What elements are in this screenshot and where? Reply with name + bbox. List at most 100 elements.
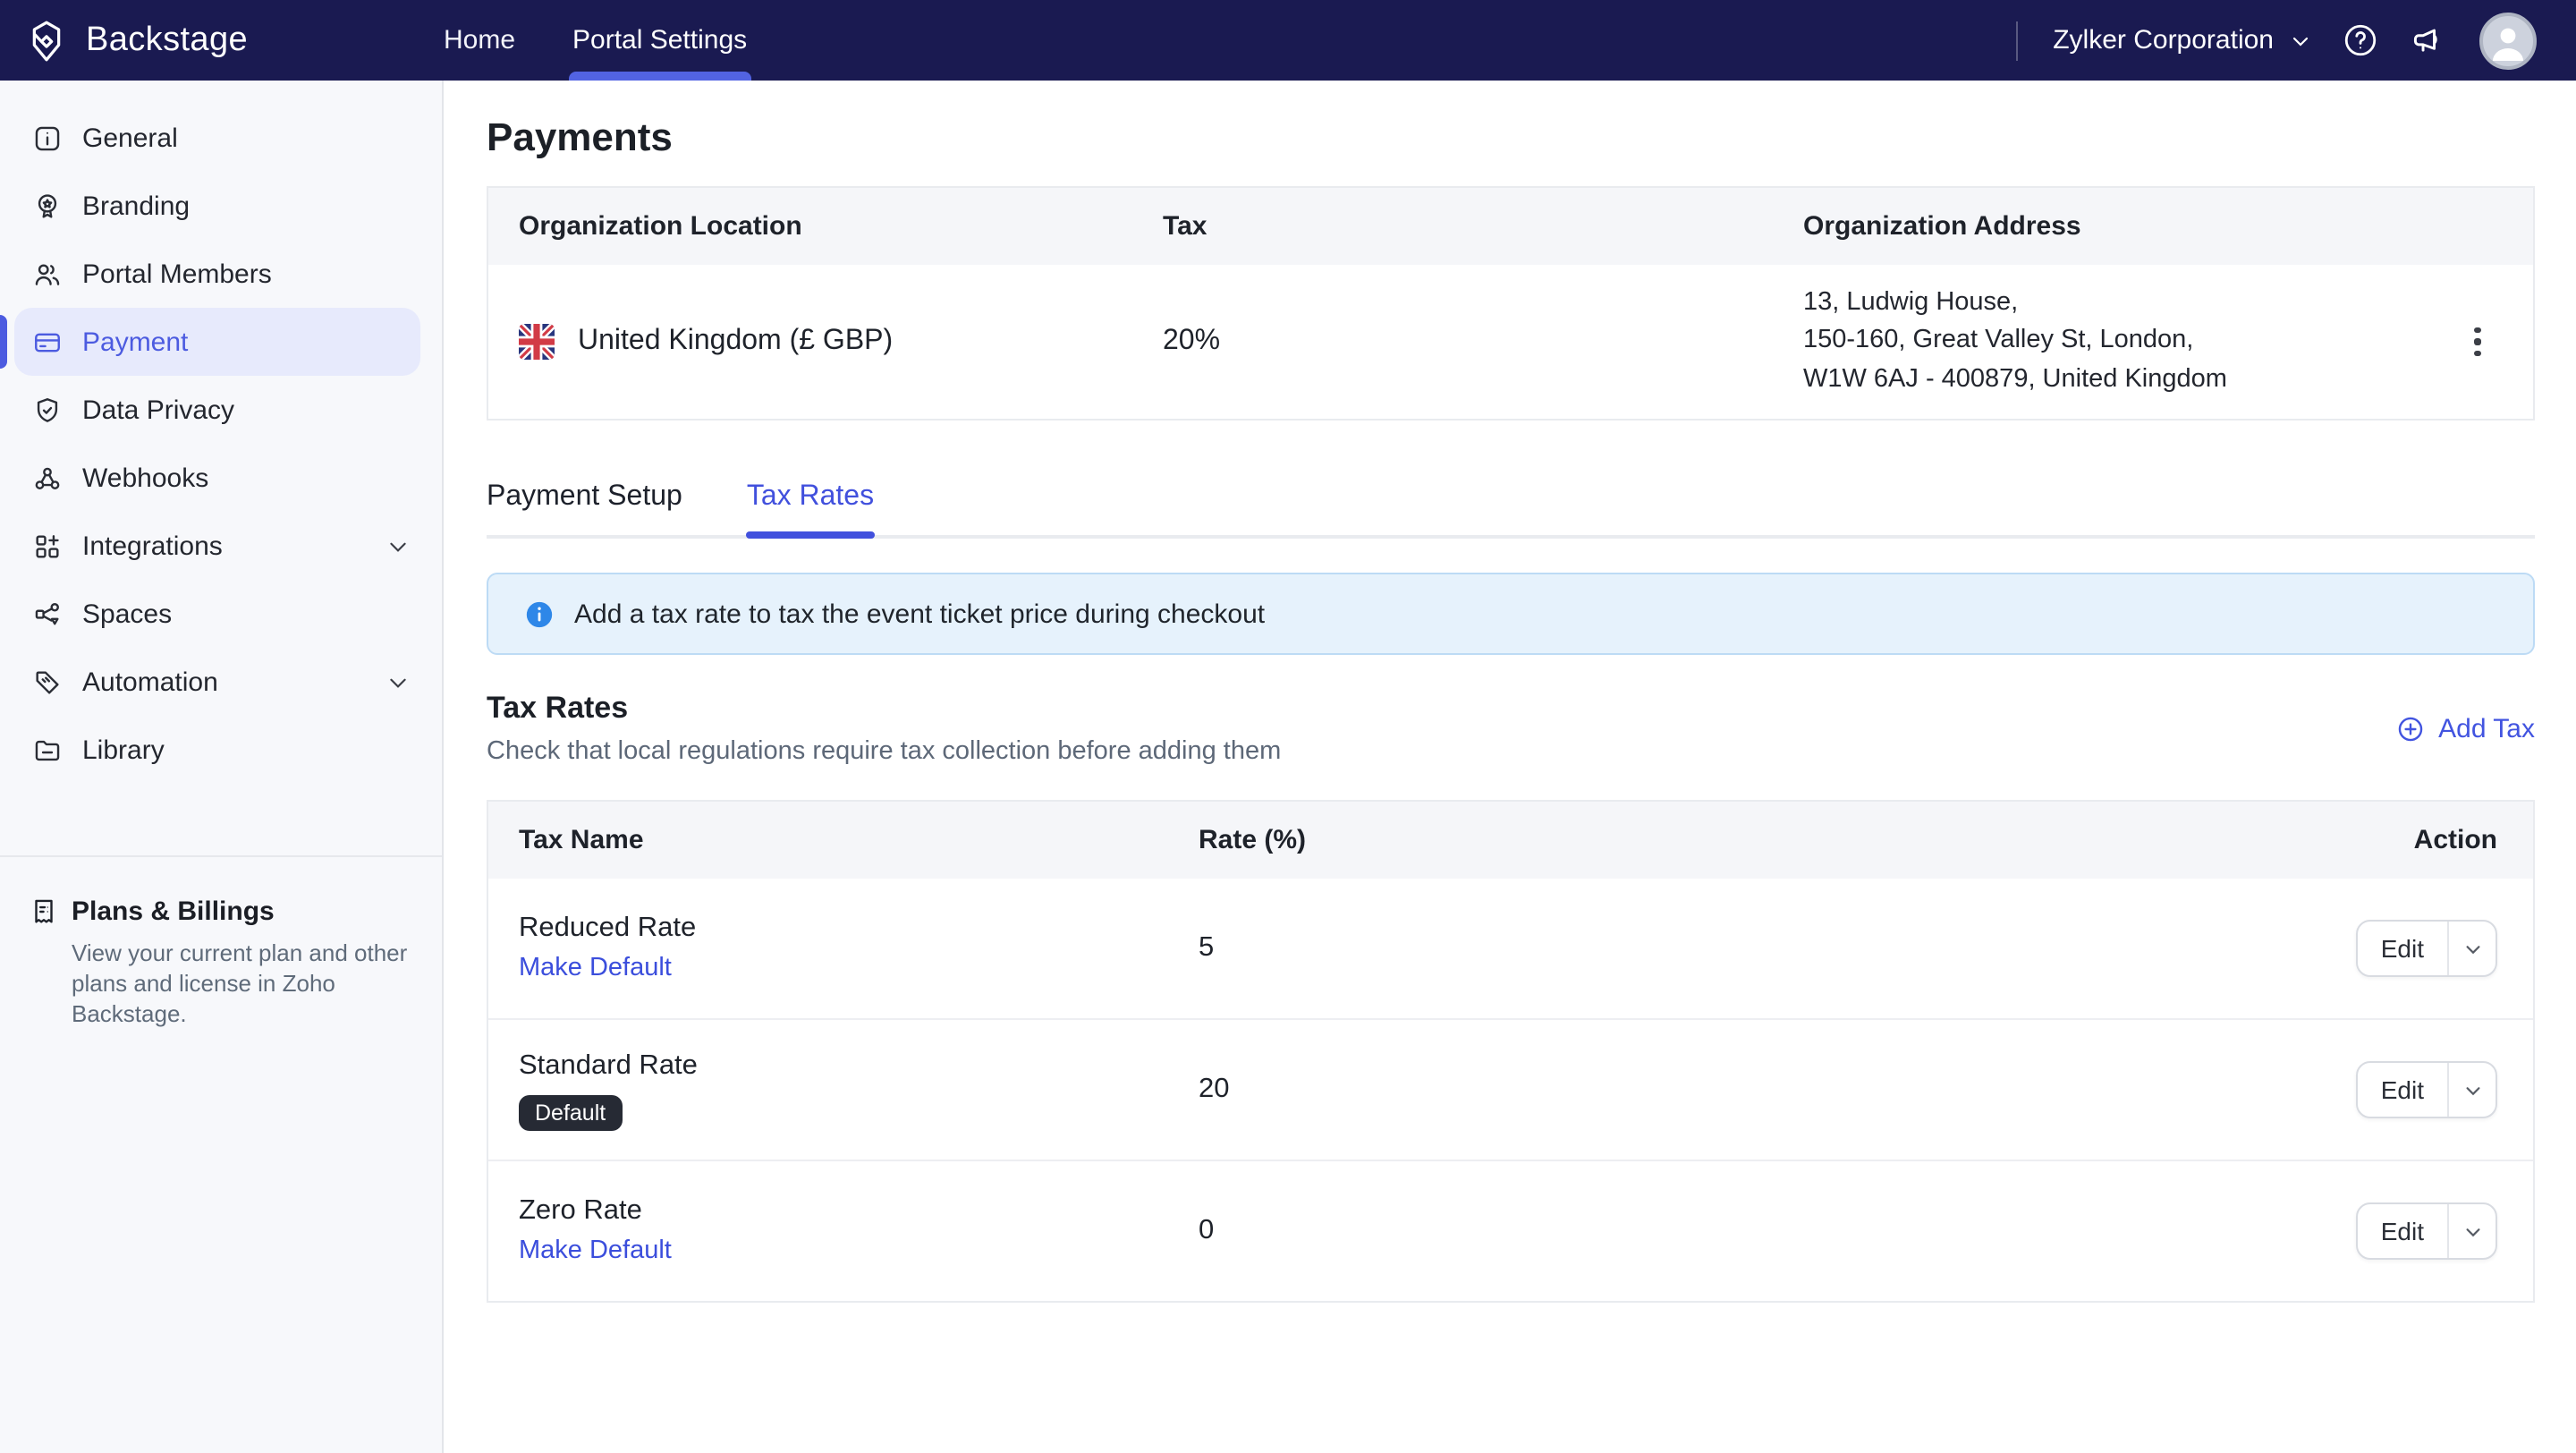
sidebar-item-label: Library xyxy=(82,735,420,765)
top-nav: Home Portal Settings xyxy=(444,0,747,81)
tax-table-header: Tax Name Rate (%) Action xyxy=(488,802,2533,879)
settings-sidebar: General Branding Portal Members xyxy=(0,81,444,1453)
column-header-tax: Tax xyxy=(1163,211,1803,242)
credit-card-icon xyxy=(32,327,63,357)
plans-billings-description: View your current plan and other plans a… xyxy=(72,938,433,1029)
info-banner: Add a tax rate to tax the event ticket p… xyxy=(487,573,2535,655)
sidebar-item-branding[interactable]: Branding xyxy=(14,172,420,240)
edit-button[interactable]: Edit xyxy=(2358,922,2447,975)
tab-payment-setup[interactable]: Payment Setup xyxy=(487,481,682,535)
edit-button[interactable]: Edit xyxy=(2358,1204,2447,1258)
tab-label: Tax Rates xyxy=(747,481,874,512)
tax-rates-subtitle: Check that local regulations require tax… xyxy=(487,737,1281,766)
backstage-logo-icon xyxy=(23,17,70,64)
badge-icon xyxy=(32,191,63,221)
sidebar-item-automation[interactable]: Automation xyxy=(14,648,420,716)
avatar[interactable] xyxy=(2479,12,2537,69)
sidebar-item-label: Portal Members xyxy=(82,259,420,289)
add-tax-label: Add Tax xyxy=(2438,713,2535,743)
header-actions: Zylker Corporation xyxy=(2015,12,2537,69)
organization-tax: 20% xyxy=(1163,326,1803,358)
org-selector[interactable]: Zylker Corporation xyxy=(2053,25,2311,55)
column-header-tax-name: Tax Name xyxy=(488,825,1199,855)
column-header-rate: Rate (%) xyxy=(1199,825,2229,855)
plans-billings[interactable]: Plans & Billings View your current plan … xyxy=(0,896,442,1029)
nav-home[interactable]: Home xyxy=(444,0,515,81)
make-default-link[interactable]: Make Default xyxy=(519,1236,672,1265)
help-button[interactable] xyxy=(2342,21,2379,59)
tab-label: Payment Setup xyxy=(487,481,682,512)
default-badge: Default xyxy=(519,1094,622,1130)
edit-dropdown-button[interactable] xyxy=(2449,1063,2496,1117)
sidebar-item-label: Branding xyxy=(82,191,420,221)
chevron-down-icon[interactable] xyxy=(386,534,410,557)
sidebar-item-library[interactable]: Library xyxy=(14,716,420,784)
chevron-down-icon xyxy=(2290,30,2311,51)
sidebar-divider xyxy=(0,855,442,857)
add-tax-button[interactable]: Add Tax xyxy=(2395,713,2535,743)
tax-rates-table: Tax Name Rate (%) Action Reduced Rate Ma… xyxy=(487,800,2535,1303)
sidebar-item-portal-members[interactable]: Portal Members xyxy=(14,240,420,308)
sidebar-item-integrations[interactable]: Integrations xyxy=(14,512,420,580)
edit-split-button: Edit xyxy=(2356,1202,2497,1260)
plus-circle-icon xyxy=(2395,713,2426,743)
address-line: 150-160, Great Valley St, London, xyxy=(1803,323,2447,361)
header-divider xyxy=(2015,21,2017,60)
sidebar-item-label: Spaces xyxy=(82,599,420,629)
help-icon xyxy=(2342,21,2379,59)
tax-row-zero-rate: Zero Rate Make Default 0 Edit xyxy=(488,1160,2533,1301)
tax-rates-title: Tax Rates xyxy=(487,691,1281,726)
tax-name: Reduced Rate xyxy=(519,913,1199,945)
tax-rate-value: 5 xyxy=(1199,932,2229,964)
main-content: Payments Organization Location Tax Organ… xyxy=(487,81,2535,1303)
edit-button[interactable]: Edit xyxy=(2358,1063,2447,1117)
organization-address: 13, Ludwig House, 150-160, Great Valley … xyxy=(1803,285,2447,400)
organization-row: United Kingdom (£ GBP) 20% 13, Ludwig Ho… xyxy=(488,265,2533,419)
sidebar-item-label: Payment xyxy=(82,327,420,357)
sidebar-item-label: General xyxy=(82,123,420,153)
row-menu-button[interactable] xyxy=(2451,315,2504,369)
shield-check-icon xyxy=(32,395,63,425)
column-header-organization-location: Organization Location xyxy=(488,211,1163,242)
sidebar-item-general[interactable]: General xyxy=(14,104,420,172)
address-line: 13, Ludwig House, xyxy=(1803,285,2447,323)
page-title: Payments xyxy=(487,115,2535,161)
tax-row-reduced-rate: Reduced Rate Make Default 5 Edit xyxy=(488,879,2533,1018)
receipt-icon xyxy=(29,896,59,927)
chevron-down-icon[interactable] xyxy=(386,670,410,693)
tag-icon xyxy=(32,667,63,697)
plans-billings-title: Plans & Billings xyxy=(72,896,275,927)
sidebar-item-data-privacy[interactable]: Data Privacy xyxy=(14,376,420,444)
users-icon xyxy=(32,259,63,289)
info-filled-icon xyxy=(524,599,555,629)
make-default-link[interactable]: Make Default xyxy=(519,954,672,982)
sidebar-item-spaces[interactable]: Spaces xyxy=(14,580,420,648)
tax-name: Zero Rate xyxy=(519,1195,1199,1228)
announcements-button[interactable] xyxy=(2410,21,2449,60)
nav-home-label: Home xyxy=(444,25,515,55)
tax-rate-value: 20 xyxy=(1199,1074,2229,1106)
edit-dropdown-button[interactable] xyxy=(2449,922,2496,975)
top-bar: Backstage Home Portal Settings Zylker Co… xyxy=(0,0,2576,81)
organization-table: Organization Location Tax Organization A… xyxy=(487,186,2535,421)
tab-tax-rates[interactable]: Tax Rates xyxy=(747,481,874,535)
sidebar-item-payment[interactable]: Payment xyxy=(14,308,420,376)
tax-row-standard-rate: Standard Rate Default 20 Edit xyxy=(488,1018,2533,1160)
info-banner-text: Add a tax rate to tax the event ticket p… xyxy=(574,599,1265,629)
integrations-icon xyxy=(32,531,63,561)
organization-location: United Kingdom (£ GBP) xyxy=(578,326,893,358)
sidebar-item-label: Webhooks xyxy=(82,463,420,493)
brand-name: Backstage xyxy=(86,21,248,60)
column-header-organization-address: Organization Address xyxy=(1803,211,2447,242)
nav-portal-settings[interactable]: Portal Settings xyxy=(572,0,747,81)
edit-dropdown-button[interactable] xyxy=(2449,1204,2496,1258)
sidebar-item-label: Data Privacy xyxy=(82,395,420,425)
brand[interactable]: Backstage xyxy=(23,17,248,64)
payment-tabs: Payment Setup Tax Rates xyxy=(487,481,2535,539)
screen: Backstage Home Portal Settings Zylker Co… xyxy=(0,0,2576,1453)
app: Backstage Home Portal Settings Zylker Co… xyxy=(0,0,2576,1453)
megaphone-icon xyxy=(2410,21,2449,60)
tax-rate-value: 0 xyxy=(1199,1215,2229,1247)
nav-portal-settings-label: Portal Settings xyxy=(572,25,747,55)
sidebar-item-webhooks[interactable]: Webhooks xyxy=(14,444,420,512)
